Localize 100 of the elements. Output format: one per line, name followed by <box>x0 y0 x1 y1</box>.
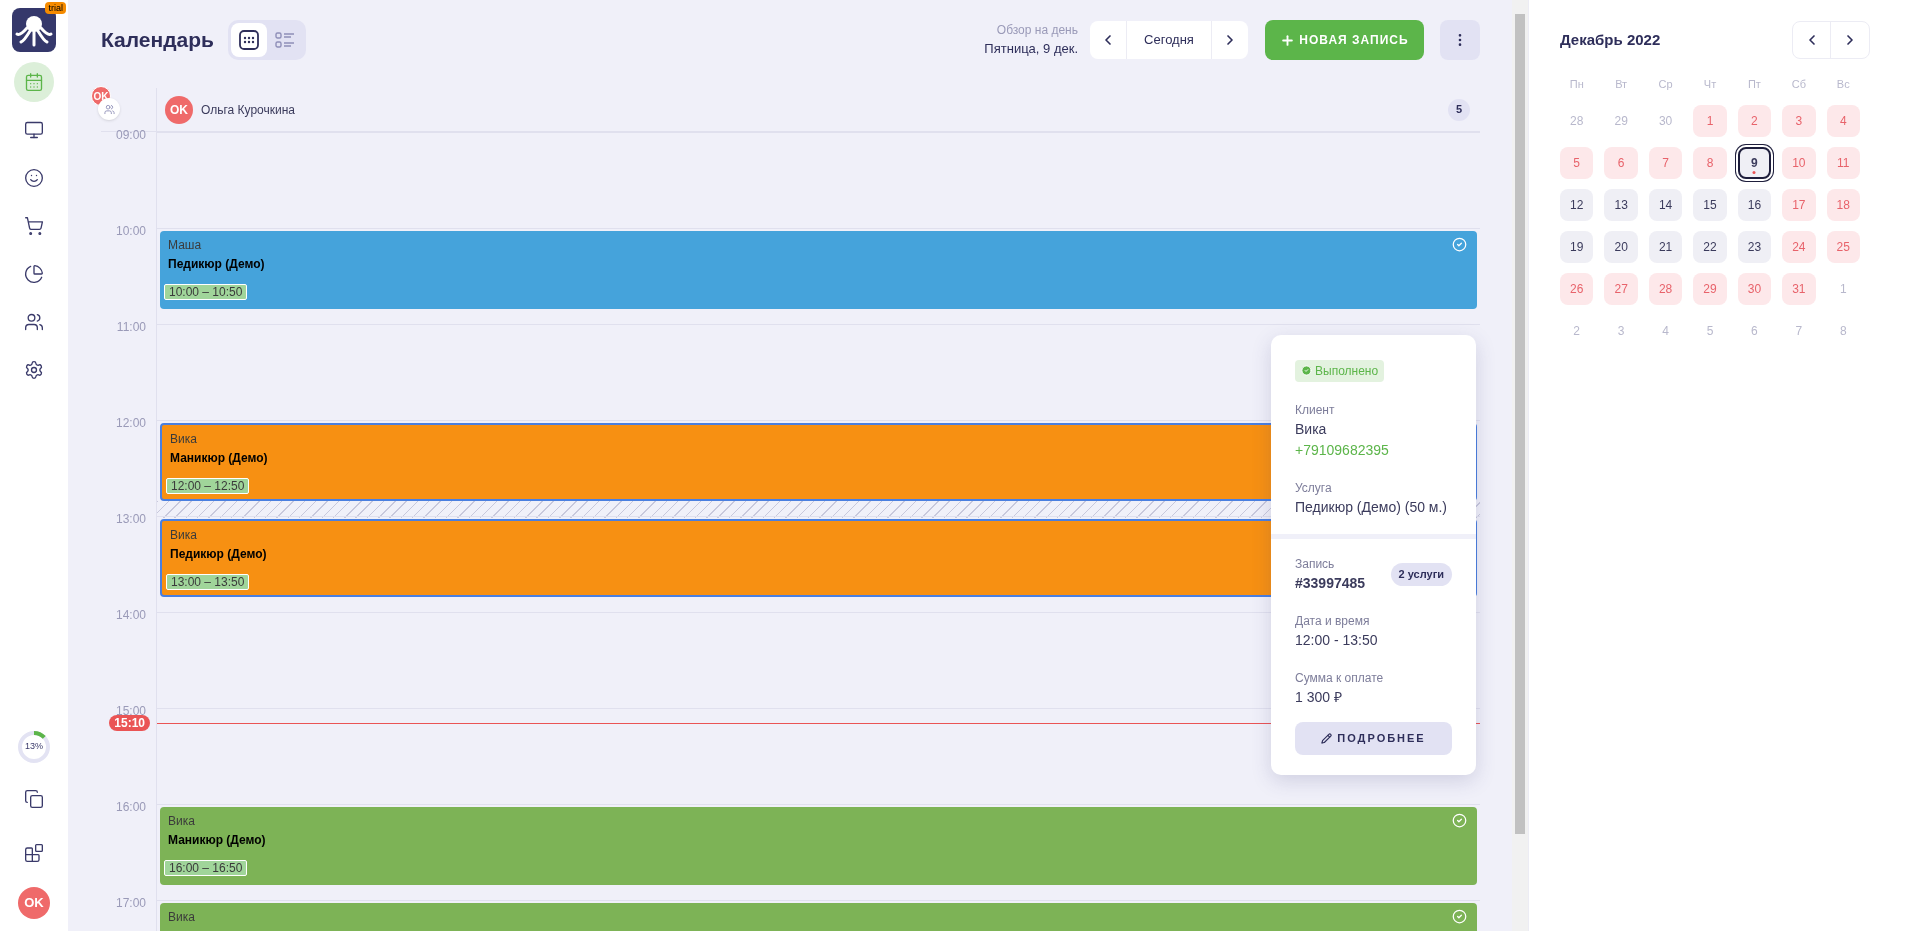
trial-badge: trial <box>45 2 66 14</box>
calendar-day[interactable]: 5 <box>1693 314 1727 347</box>
calendar-day[interactable]: 29 <box>1604 104 1638 137</box>
calendar-day[interactable]: 28 <box>1560 104 1594 137</box>
record-count: 5 <box>1448 98 1470 121</box>
hour-label: 14:00 <box>115 607 146 624</box>
sum-value: 1 300 ₽ <box>1295 688 1343 707</box>
scrollbar[interactable] <box>1512 0 1528 931</box>
calendar-day[interactable]: 1 <box>1693 104 1727 137</box>
calendar-day[interactable]: 20 <box>1604 230 1638 263</box>
calendar-day[interactable]: 5 <box>1560 146 1594 179</box>
page-title: Календарь <box>101 27 214 54</box>
month-title: Декабрь 2022 <box>1560 29 1661 50</box>
check-icon <box>1452 813 1467 828</box>
calendar-day[interactable]: 13 <box>1604 188 1638 221</box>
service-name: Педикюр (Демо) <box>170 546 267 562</box>
calendar-day[interactable]: 31 <box>1782 272 1816 305</box>
calendar-day[interactable]: 14 <box>1648 188 1683 221</box>
calendar-day[interactable]: 16 <box>1737 188 1772 221</box>
status-badge: Выполнено <box>1295 359 1385 382</box>
time-slot[interactable]: Маша Педикюр (Демо) 10:00 – 10:50 <box>156 228 1480 324</box>
calendar-day[interactable]: 28 <box>1648 272 1683 305</box>
service-name: Педикюр (Демо) <box>168 256 265 272</box>
hour-label: 16:00 <box>115 799 146 816</box>
service-name: Маникюр (Демо) <box>170 450 268 466</box>
phone-link[interactable]: +79109682395 <box>1295 440 1452 461</box>
calendar-day[interactable]: 6 <box>1737 314 1772 347</box>
check-icon <box>1452 909 1467 924</box>
calendar-day[interactable]: 4 <box>1648 314 1683 347</box>
current-date: Пятница, 9 дек. <box>984 40 1078 59</box>
record-label: Запись <box>1295 556 1336 573</box>
hour-label: 12:00 <box>115 415 146 432</box>
current-time-badge: 15:10 <box>109 715 150 731</box>
weekday-label: Вт <box>1614 77 1629 92</box>
calendar-day[interactable]: 22 <box>1693 230 1727 263</box>
client-name: Маша <box>168 237 202 253</box>
calendar-day[interactable]: 12 <box>1560 188 1594 221</box>
client-name: Вика <box>170 527 197 543</box>
calendar-day[interactable]: 1 <box>1826 272 1860 305</box>
user-avatar[interactable]: OK <box>18 887 50 919</box>
staff-avatar: OK <box>165 95 193 124</box>
calendar-day[interactable]: 9 <box>1737 146 1772 179</box>
calendar-day[interactable]: 3 <box>1782 104 1816 137</box>
calendar-day[interactable]: 10 <box>1782 146 1816 179</box>
calendar-day[interactable]: 8 <box>1826 314 1860 347</box>
calendar-day[interactable]: 18 <box>1826 188 1860 221</box>
calendar-day[interactable]: 8 <box>1693 146 1727 179</box>
users-icon <box>24 312 44 332</box>
appointment-card[interactable]: Маша Педикюр (Демо) 10:00 – 10:50 <box>160 231 1477 309</box>
calendar-day[interactable]: 7 <box>1782 314 1816 347</box>
sum-label: Сумма к оплате <box>1295 670 1385 687</box>
calendar-day[interactable]: 17 <box>1782 188 1816 221</box>
monitor-icon <box>24 120 44 140</box>
weekday-label: Чт <box>1702 77 1718 92</box>
pie-chart-icon <box>24 264 44 284</box>
calendar-day[interactable]: 15 <box>1693 188 1727 221</box>
calendar-day[interactable]: 11 <box>1826 146 1860 179</box>
calendar-day[interactable]: 7 <box>1648 146 1683 179</box>
calendar-day[interactable]: 4 <box>1826 104 1860 137</box>
users-icon <box>103 103 115 115</box>
datetime-label: Дата и время <box>1295 613 1371 630</box>
record-number: #33997485 <box>1295 574 1366 593</box>
settings-icon <box>24 360 44 380</box>
calendar-day[interactable]: 19 <box>1560 230 1594 263</box>
service-name: Маникюр (Демо) <box>168 832 266 848</box>
calendar-day[interactable]: 24 <box>1782 230 1816 263</box>
weekday-label: Пн <box>1568 77 1585 92</box>
list-icon <box>274 31 295 49</box>
time-slot[interactable]: Вика Маникюр (Демо) 16:00 – 16:50 <box>156 804 1480 900</box>
new-record-button[interactable]: НОВАЯ ЗАПИСЬ <box>1265 20 1424 60</box>
calendar-day[interactable]: 21 <box>1648 230 1683 263</box>
calendar-day[interactable]: 23 <box>1737 230 1772 263</box>
blocks-icon <box>24 843 44 863</box>
calendar-day[interactable]: 29 <box>1693 272 1727 305</box>
calendar-day[interactable]: 2 <box>1737 104 1772 137</box>
weekday-label: Вс <box>1835 77 1851 92</box>
calendar-day[interactable]: 6 <box>1604 146 1638 179</box>
details-button[interactable]: ПОДРОБНЕЕ <box>1295 722 1452 755</box>
calendar-day[interactable]: 2 <box>1560 314 1594 347</box>
time-chip: 10:00 – 10:50 <box>164 284 248 300</box>
calendar-day[interactable]: 3 <box>1604 314 1638 347</box>
pencil-icon <box>1321 733 1333 744</box>
service-name: Педикюр (Демо) (50 м.) <box>1295 498 1449 517</box>
weekday-label: Ср <box>1657 77 1674 92</box>
client-name: Вика <box>1295 420 1328 439</box>
calendar-day[interactable]: 26 <box>1560 272 1594 305</box>
view-toggle[interactable] <box>230 23 267 57</box>
appointment-card[interactable]: Вика Маникюр (Демо) 16:00 – 16:50 <box>160 807 1477 885</box>
calendar-day[interactable]: 27 <box>1604 272 1638 305</box>
calendar-day[interactable]: 30 <box>1648 104 1683 137</box>
staff-name: Ольга Курочкина <box>201 101 296 119</box>
hour-label: 11:00 <box>116 319 146 336</box>
calendar-day[interactable]: 25 <box>1826 230 1860 263</box>
time-chip: 16:00 – 16:50 <box>164 860 248 876</box>
group-button[interactable] <box>98 98 120 120</box>
calendar-day[interactable]: 30 <box>1737 272 1772 305</box>
hour-label: 15:00 <box>115 703 146 718</box>
service-label: Услуга <box>1295 480 1333 497</box>
weekday-label: Пт <box>1746 77 1762 92</box>
progress-label: 13% <box>24 740 44 754</box>
